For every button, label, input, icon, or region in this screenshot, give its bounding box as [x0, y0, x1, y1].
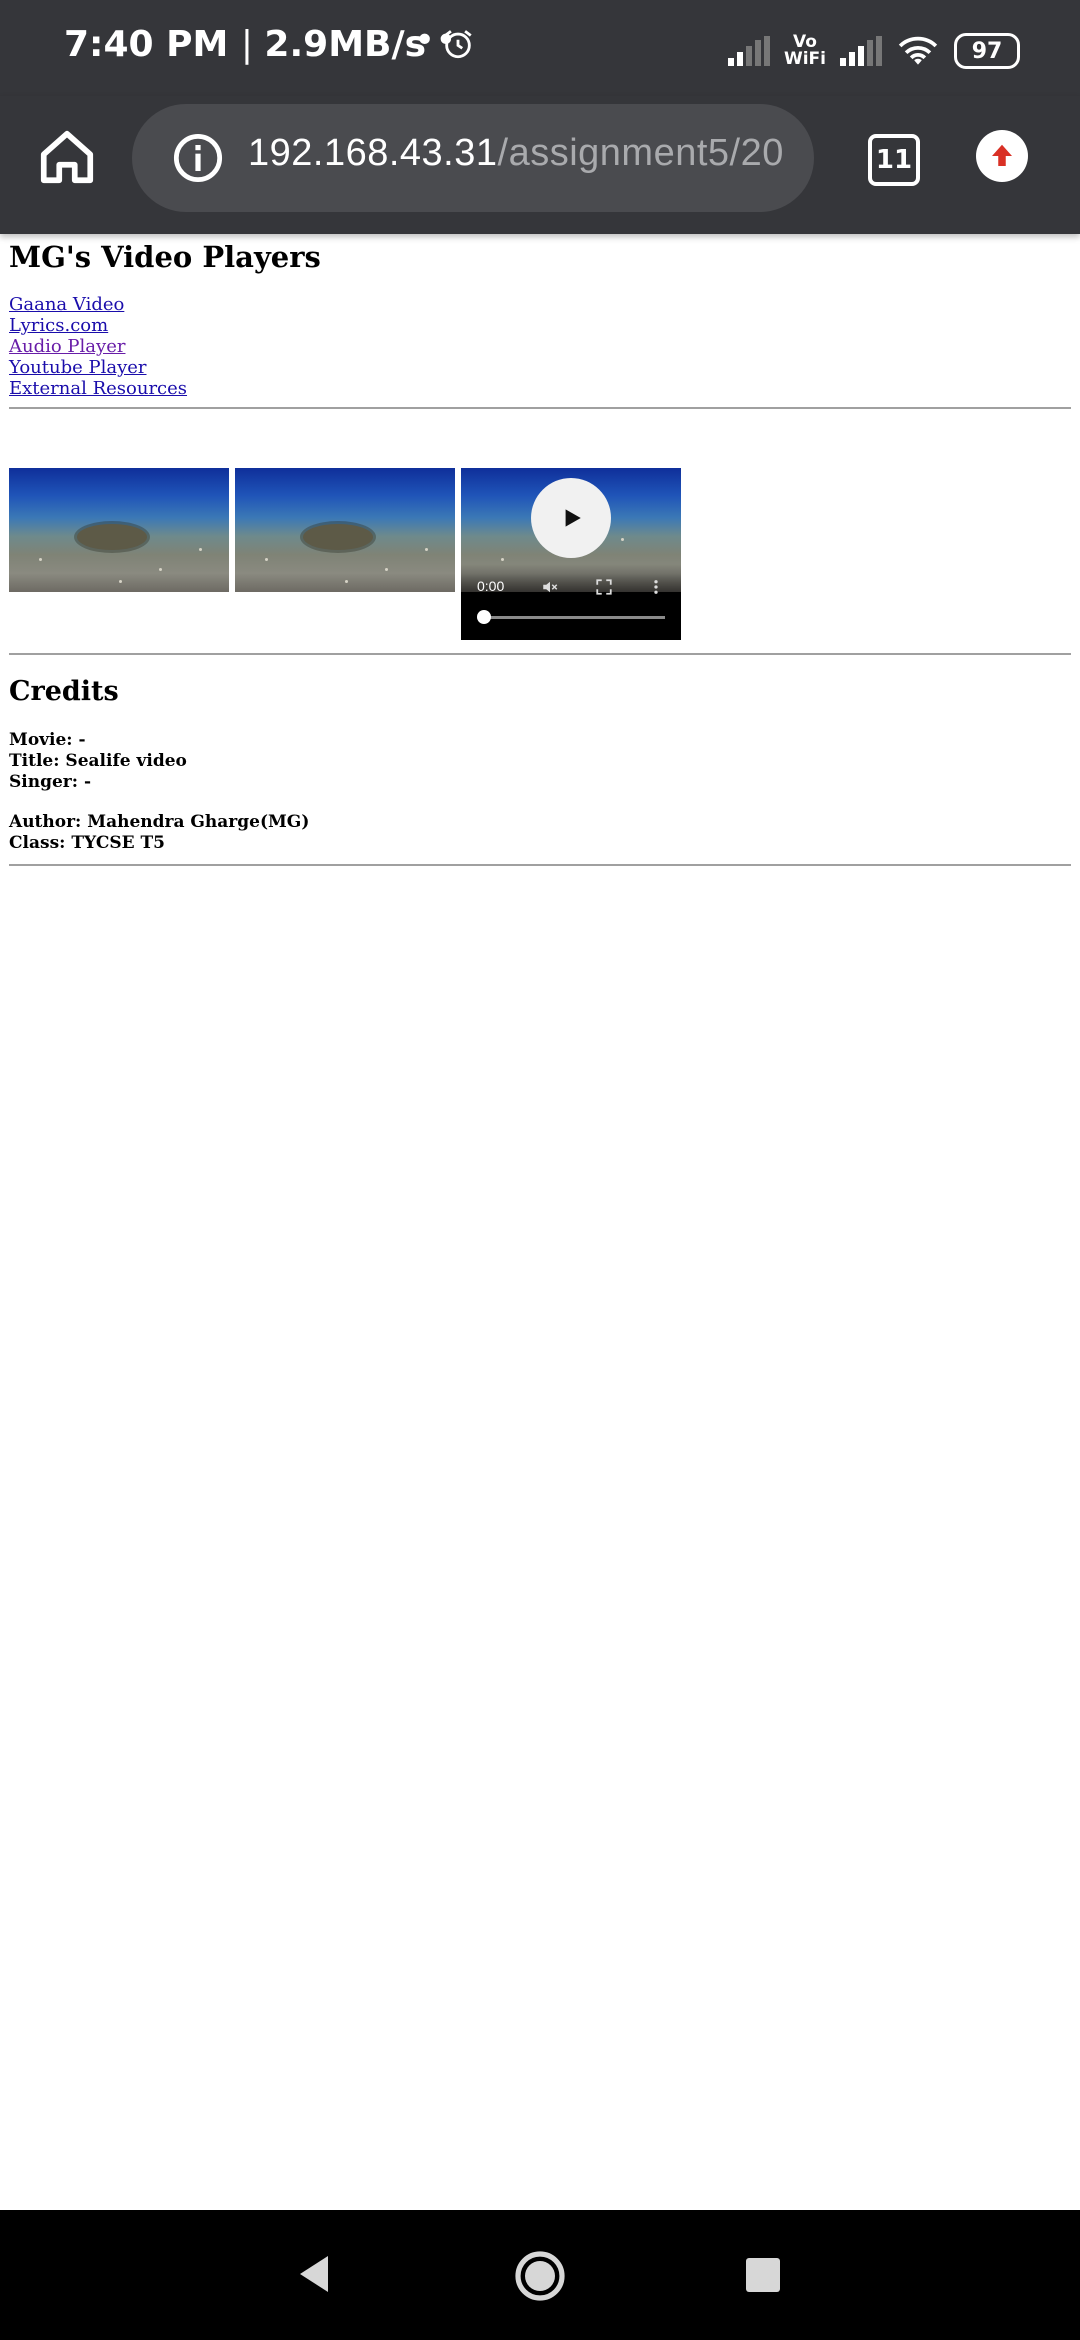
seek-handle[interactable]	[477, 610, 491, 624]
link-gaana-video[interactable]: Gaana Video	[9, 294, 187, 315]
credit-title: Title: Sealife video	[9, 751, 187, 771]
tab-switcher-button[interactable]: 11	[868, 134, 920, 186]
status-icons: Vo WiFi 97	[727, 26, 1020, 76]
signal-icon	[727, 36, 770, 66]
vowifi-icon: Vo WiFi	[784, 34, 826, 68]
turtle-shape	[303, 524, 373, 550]
mute-icon[interactable]	[541, 578, 559, 596]
nav-links: Gaana Video Lyrics.com Audio Player Yout…	[9, 294, 187, 399]
link-lyrics[interactable]: Lyrics.com	[9, 315, 187, 336]
home-icon[interactable]	[36, 126, 98, 188]
divider	[9, 864, 1071, 866]
video-thumbnail[interactable]	[9, 468, 229, 592]
more-options-icon[interactable]	[647, 578, 665, 596]
url-text[interactable]: 192.168.43.31/assignment5/20	[248, 132, 784, 175]
back-icon[interactable]	[296, 2254, 332, 2294]
vowifi-bottom: WiFi	[783, 49, 826, 69]
link-external-resources[interactable]: External Resources	[9, 378, 187, 399]
update-arrow-icon	[992, 144, 1012, 166]
video-thumbnail[interactable]	[235, 468, 455, 592]
url-host: 192.168.43.31	[248, 132, 498, 174]
link-audio-player[interactable]: Audio Player	[9, 336, 187, 357]
credit-author: Author: Mahendra Gharge(MG)	[9, 812, 310, 832]
divider	[9, 653, 1071, 655]
info-icon[interactable]	[172, 132, 224, 184]
notification-dots: ••	[414, 20, 457, 61]
current-time: 0:00	[477, 578, 505, 594]
video-player[interactable]: 0:00	[461, 468, 681, 640]
network-speed: 2.9MB/s	[264, 24, 427, 65]
system-nav-bar	[0, 2210, 1080, 2340]
credits-song-info: Movie: - Title: Sealife video Singer: -	[9, 730, 187, 793]
seek-bar[interactable]	[485, 616, 665, 619]
wifi-icon	[898, 36, 938, 65]
credits-heading: Credits	[9, 676, 119, 707]
status-time: 7:40 PM | 2.9MB/s	[64, 24, 475, 65]
url-path: /assignment5/20	[497, 132, 784, 174]
page-title: MG's Video Players	[9, 240, 321, 274]
turtle-shape	[77, 524, 147, 550]
home-nav-icon[interactable]	[514, 2250, 566, 2302]
credit-movie: Movie: -	[9, 730, 86, 750]
video-row: 0:00	[9, 468, 681, 640]
play-icon	[565, 509, 581, 527]
credit-singer: Singer: -	[9, 772, 92, 792]
signal-icon-2	[840, 36, 882, 66]
link-youtube-player[interactable]: Youtube Player	[9, 357, 187, 378]
recents-icon[interactable]	[746, 2258, 780, 2292]
browser-toolbar: 192.168.43.31/assignment5/20 11	[0, 96, 1080, 234]
update-button[interactable]	[976, 130, 1028, 182]
credit-class: Class: TYCSE T5	[9, 833, 165, 853]
battery-indicator: 97	[954, 33, 1020, 69]
divider	[9, 407, 1071, 409]
credits-author-info: Author: Mahendra Gharge(MG) Class: TYCSE…	[9, 812, 309, 854]
play-button[interactable]	[531, 478, 611, 558]
status-bar: 7:40 PM | 2.9MB/s •• Vo WiFi 97	[0, 0, 1080, 96]
clock-time: 7:40 PM	[64, 24, 229, 65]
address-bar[interactable]: 192.168.43.31/assignment5/20	[132, 104, 814, 212]
fullscreen-icon[interactable]	[595, 578, 613, 596]
